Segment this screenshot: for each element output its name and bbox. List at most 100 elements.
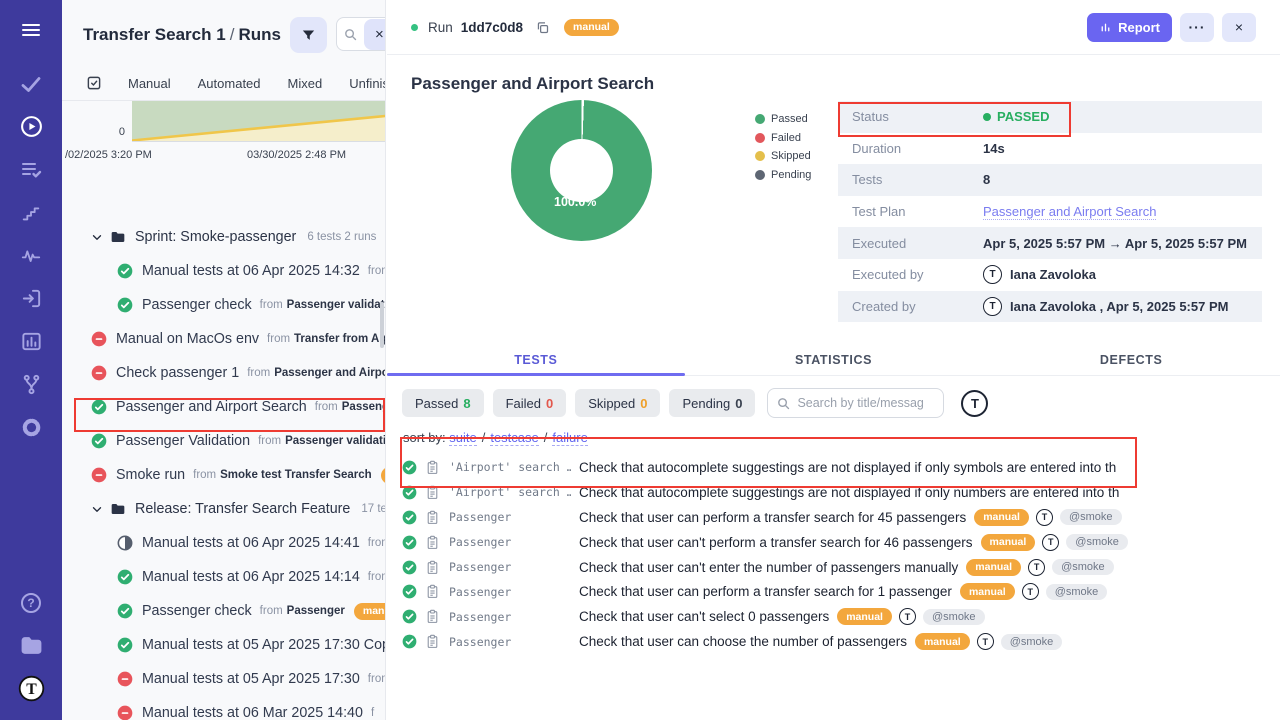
- filter-button[interactable]: [290, 17, 327, 53]
- app-logo-icon[interactable]: T: [0, 667, 62, 710]
- filter-pill-label: Skipped: [588, 396, 635, 411]
- tests-icon[interactable]: [0, 62, 62, 105]
- donut-legend: PassedFailedSkippedPending: [755, 110, 811, 184]
- filter-pill-pending[interactable]: Pending0: [669, 389, 755, 417]
- tab-statistics[interactable]: STATISTICS: [685, 344, 983, 375]
- tree-run-label: Passenger Validation: [116, 433, 250, 449]
- tree-run-row[interactable]: Manual tests at 05 Apr 2025 17:30 Copyfr…: [62, 628, 385, 662]
- runs-tree: Sprint: Smoke-passenger6 tests 2 runsMan…: [62, 220, 385, 720]
- chart-x-label-right: 03/30/2025 2:48 PM: [247, 149, 346, 161]
- tree-folder-row[interactable]: Sprint: Smoke-passenger6 tests 2 runs: [62, 220, 385, 254]
- tree-run-row[interactable]: Manual on MacOs envfromTransfer from Aip…: [62, 322, 385, 356]
- test-title: Check that user can perform a transfer s…: [579, 584, 952, 599]
- panel-scrollbar[interactable]: [380, 302, 384, 348]
- tab-tests[interactable]: TESTS: [387, 344, 685, 375]
- failed-status-icon: [117, 671, 133, 687]
- filter-pill-label: Failed: [506, 396, 541, 411]
- tree-run-row[interactable]: Smoke runfromSmoke test Transfer Searchm…: [62, 458, 385, 492]
- results-icon[interactable]: [0, 148, 62, 191]
- manual-badge: manual: [974, 509, 1029, 526]
- passed-status-icon: [402, 634, 417, 649]
- filter-pill-passed[interactable]: Passed8: [402, 389, 484, 417]
- info-label: Duration: [852, 141, 983, 156]
- branches-icon[interactable]: [0, 363, 62, 406]
- runs-panel-tab-automated[interactable]: Automated: [198, 76, 261, 91]
- import-icon[interactable]: [0, 277, 62, 320]
- chevron-down-icon[interactable]: [91, 503, 103, 515]
- pulse-icon[interactable]: [0, 234, 62, 277]
- tree-run-from-suite: Passenger: [287, 605, 345, 617]
- passed-status-icon: [402, 460, 417, 475]
- copy-icon[interactable]: [535, 20, 550, 35]
- info-value: PASSED: [983, 109, 1050, 124]
- app-avatar-toggle[interactable]: T: [961, 390, 988, 417]
- tree-run-row[interactable]: Manual tests at 06 Apr 2025 14:32fromPas…: [62, 254, 385, 288]
- sort-option-suite[interactable]: suite: [449, 430, 476, 446]
- tree-run-row[interactable]: Manual tests at 05 Apr 2025 17:30fromTra…: [62, 662, 385, 696]
- sort-option-failure[interactable]: failure: [552, 430, 587, 446]
- run-detail: Run 1dd7c0d8 manual Report ··· × Passeng…: [387, 0, 1280, 720]
- tree-run-row[interactable]: Manual tests at 06 Apr 2025 14:41fromTra…: [62, 526, 385, 560]
- more-button[interactable]: ···: [1180, 13, 1214, 42]
- test-row[interactable]: 'Airport' search …Check that autocomplet…: [387, 480, 1280, 505]
- legend-item: Pending: [755, 166, 811, 185]
- tree-run-row[interactable]: Passenger checkfromPassengermanual6: [62, 594, 385, 628]
- info-value: TIana Zavoloka , Apr 5, 2025 5:57 PM: [983, 297, 1228, 316]
- tree-run-label: Manual tests at 06 Apr 2025 14:14: [142, 569, 360, 585]
- runs-panel-tab-unfinis[interactable]: Unfinis: [349, 76, 386, 91]
- menu-icon[interactable]: [0, 8, 62, 51]
- breadcrumb-page[interactable]: Runs: [238, 25, 281, 44]
- filter-pill-skipped[interactable]: Skipped0: [575, 389, 660, 417]
- tag-badge: @smoke: [923, 609, 985, 625]
- failed-status-icon: [91, 467, 107, 483]
- runs-panel-tab-mixed[interactable]: Mixed: [288, 76, 323, 91]
- tab-defects[interactable]: DEFECTS: [982, 344, 1280, 375]
- test-suite-name: 'Airport' search …: [449, 460, 571, 474]
- select-all-icon[interactable]: [85, 74, 103, 92]
- test-row[interactable]: PassengerCheck that user can perform a t…: [387, 579, 1280, 604]
- report-button[interactable]: Report: [1087, 13, 1172, 42]
- sort-option-testcase[interactable]: testcase: [490, 430, 538, 446]
- runs-search: ×: [336, 17, 386, 53]
- test-row[interactable]: PassengerCheck that user can't enter the…: [387, 555, 1280, 580]
- test-row[interactable]: 'Airport' search …Check that autocomplet…: [387, 455, 1280, 480]
- tree-run-row[interactable]: Check passenger 1fromPassenger and Airpo…: [62, 356, 385, 390]
- close-run-button[interactable]: ×: [1222, 13, 1256, 42]
- info-label: Created by: [852, 299, 983, 314]
- tree-run-row[interactable]: Passenger checkfromPassenger validationm…: [62, 288, 385, 322]
- tree-run-row[interactable]: Passenger ValidationfromPassenger valida…: [62, 424, 385, 458]
- tree-run-row[interactable]: Manual tests at 06 Mar 2025 14:40f: [62, 696, 385, 720]
- close-search-button[interactable]: ×: [364, 19, 386, 50]
- clipboard-icon: [426, 560, 439, 575]
- tree-folder-row[interactable]: Release: Transfer Search Feature17 tests…: [62, 492, 385, 526]
- tree-folder-meta: 6 tests 2 runs: [307, 231, 376, 243]
- clipboard-icon: [426, 634, 439, 649]
- runs-panel-tab-manual[interactable]: Manual: [128, 76, 171, 91]
- settings-icon[interactable]: [0, 406, 62, 449]
- milestones-icon[interactable]: [0, 191, 62, 234]
- breadcrumb-project[interactable]: Transfer Search 1: [83, 25, 226, 44]
- help-icon[interactable]: ?: [0, 581, 62, 624]
- runs-icon[interactable]: [0, 105, 62, 148]
- test-row[interactable]: PassengerCheck that user can perform a t…: [387, 505, 1280, 530]
- filter-pill-failed[interactable]: Failed0: [493, 389, 567, 417]
- folder-icon: [110, 229, 126, 245]
- projects-icon[interactable]: [0, 624, 62, 667]
- tree-run-label: Manual tests at 05 Apr 2025 17:30: [142, 671, 360, 687]
- tree-run-row[interactable]: Passenger and Airport SearchfromPassenge…: [62, 390, 385, 424]
- test-row[interactable]: PassengerCheck that user can choose the …: [387, 629, 1280, 654]
- chevron-down-icon[interactable]: [91, 231, 103, 243]
- test-row[interactable]: PassengerCheck that user can't perform a…: [387, 530, 1280, 555]
- passed-status-icon: [402, 485, 417, 500]
- info-row-status: StatusPASSED: [838, 101, 1262, 133]
- analytics-icon[interactable]: [0, 320, 62, 363]
- test-plan-link[interactable]: Passenger and Airport Search: [983, 204, 1156, 220]
- tree-run-label: Passenger and Airport Search: [116, 399, 307, 415]
- info-value: 14s: [983, 141, 1005, 156]
- status-dot: [983, 113, 991, 121]
- info-value: Passenger and Airport Search: [983, 204, 1156, 220]
- test-row[interactable]: PassengerCheck that user can't select 0 …: [387, 604, 1280, 629]
- tag-badge: @smoke: [1066, 534, 1128, 550]
- tests-search-input[interactable]: [797, 396, 935, 410]
- tree-run-row[interactable]: Manual tests at 06 Apr 2025 14:14fromPas…: [62, 560, 385, 594]
